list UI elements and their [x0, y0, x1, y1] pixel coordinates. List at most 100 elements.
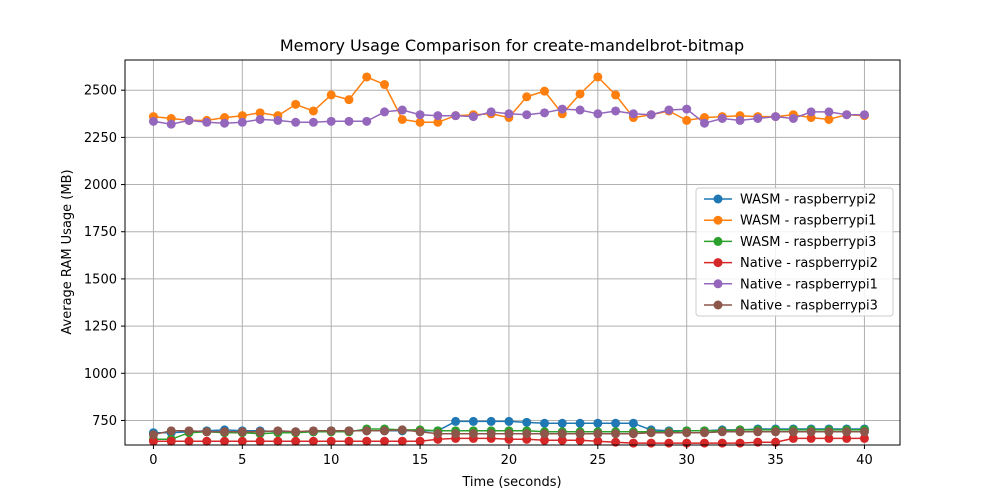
data-point — [611, 429, 621, 439]
data-point — [859, 110, 869, 120]
data-point — [308, 117, 318, 127]
data-point — [362, 72, 372, 82]
data-point — [415, 436, 425, 446]
data-point — [628, 418, 638, 428]
data-point — [202, 427, 212, 437]
data-point — [646, 428, 656, 438]
data-point — [628, 429, 638, 439]
y-tick-label: 1000 — [84, 367, 117, 382]
data-point — [220, 436, 230, 446]
data-point — [220, 427, 230, 437]
data-point — [433, 429, 443, 439]
data-point — [611, 418, 621, 428]
data-point — [291, 427, 301, 437]
y-axis-label: Average RAM Usage (MB) — [60, 169, 75, 334]
data-point — [539, 86, 549, 96]
data-point — [202, 436, 212, 446]
data-point — [735, 438, 745, 448]
data-point — [753, 114, 763, 124]
y-tick-label: 1500 — [84, 272, 117, 287]
data-point — [522, 110, 532, 120]
data-point — [771, 112, 781, 122]
data-point — [451, 111, 461, 121]
x-tick-label: 15 — [412, 453, 429, 468]
x-tick-label: 5 — [238, 453, 246, 468]
data-point — [397, 114, 407, 124]
data-point — [291, 117, 301, 127]
data-point — [593, 429, 603, 439]
data-point — [859, 427, 869, 437]
data-point — [646, 438, 656, 448]
y-tick-label: 2000 — [84, 178, 117, 193]
data-point — [664, 105, 674, 115]
data-point — [771, 427, 781, 437]
data-point — [824, 427, 834, 437]
data-point — [717, 427, 727, 437]
data-point — [575, 105, 585, 115]
data-point — [380, 80, 390, 90]
data-point — [237, 436, 247, 446]
data-point — [664, 438, 674, 448]
legend-label: Native - raspberrypi1 — [740, 277, 878, 292]
data-point — [717, 114, 727, 124]
data-point — [575, 89, 585, 99]
x-axis-label: Time (seconds) — [461, 475, 561, 490]
data-point — [717, 438, 727, 448]
data-point — [344, 436, 354, 446]
data-point — [557, 104, 567, 114]
data-point — [699, 118, 709, 128]
x-tick-label: 0 — [149, 453, 157, 468]
x-tick-label: 35 — [767, 453, 784, 468]
legend-marker — [713, 300, 723, 310]
data-point — [184, 436, 194, 446]
legend: WASM - raspberrypi2 WASM - raspberrypi1 WA… — [695, 187, 894, 317]
data-point — [148, 116, 158, 126]
data-point — [326, 116, 336, 126]
legend-label: WASM - raspberrypi2 — [740, 193, 876, 208]
data-point — [699, 438, 709, 448]
y-tick-label: 1250 — [84, 320, 117, 335]
data-point — [220, 118, 230, 128]
data-point — [308, 106, 318, 116]
legend-marker — [713, 279, 723, 289]
data-point — [451, 429, 461, 439]
data-point — [753, 427, 763, 437]
data-point — [326, 436, 336, 446]
data-point — [255, 436, 265, 446]
data-point — [468, 416, 478, 426]
data-point — [380, 436, 390, 446]
data-point — [788, 114, 798, 124]
legend-label: Native - raspberrypi3 — [740, 299, 878, 314]
data-point — [344, 95, 354, 105]
data-point — [806, 107, 816, 117]
data-point — [628, 109, 638, 119]
data-point — [842, 427, 852, 437]
data-point — [397, 105, 407, 115]
legend-marker — [713, 215, 723, 225]
data-point — [557, 429, 567, 439]
data-point — [504, 429, 514, 439]
data-point — [362, 426, 372, 436]
data-point — [593, 418, 603, 428]
data-point — [628, 438, 638, 448]
data-point — [166, 426, 176, 436]
data-point — [539, 108, 549, 118]
data-point — [682, 428, 692, 438]
data-point — [486, 416, 496, 426]
data-point — [344, 116, 354, 126]
data-point — [735, 115, 745, 125]
chart-svg: Memory Usage Comparison for create-mande… — [0, 0, 1000, 500]
y-tick-label: 2250 — [84, 131, 117, 146]
y-tick-label: 750 — [92, 414, 117, 429]
data-point — [255, 427, 265, 437]
data-point — [788, 427, 798, 437]
data-point — [557, 418, 567, 428]
data-point — [611, 106, 621, 116]
x-tick-label: 10 — [323, 453, 340, 468]
legend-marker — [713, 236, 723, 246]
x-tick-label: 20 — [501, 453, 518, 468]
data-point — [344, 426, 354, 436]
data-point — [380, 107, 390, 117]
data-point — [539, 418, 549, 428]
data-point — [291, 99, 301, 109]
